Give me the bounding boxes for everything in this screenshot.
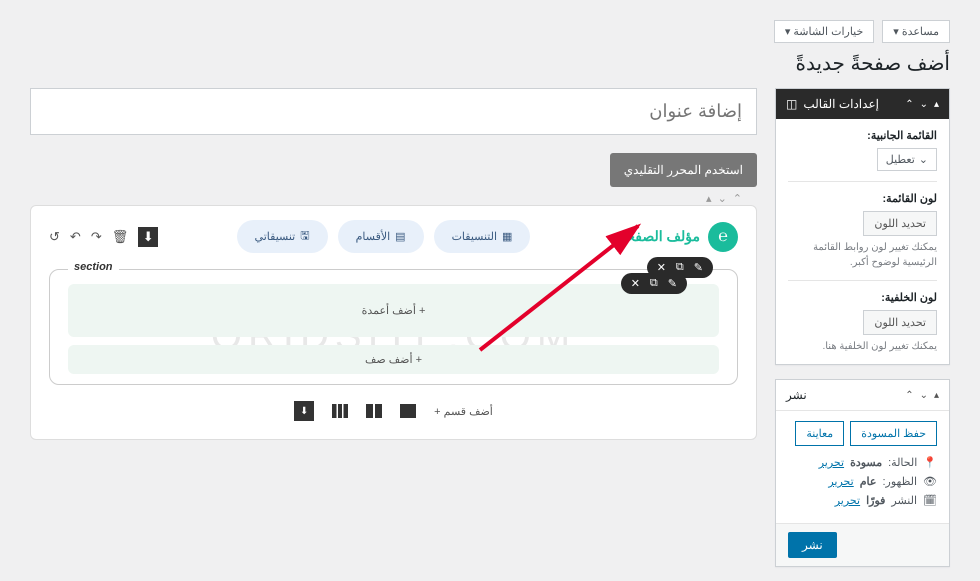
page-builder: ORIDSITE.COM ⌃⌄▴ ℮ مؤلف الصفحات ▦التنسيق… [30,205,757,440]
help-button[interactable]: مساعدة ▾ [882,20,950,43]
copy-icon[interactable]: ⧉ [650,277,658,290]
builder-brand: مؤلف الصفحات [609,228,700,245]
toggle-up-icon[interactable]: ▴ [934,99,939,110]
panel-title: إعدادات القالب [803,97,879,111]
edit-visibility-link[interactable]: تحرير [828,475,853,488]
history-icon[interactable]: ↺ [49,229,60,245]
edit-icon[interactable]: ✎ [668,277,677,290]
preview-button[interactable]: معاينة [795,421,844,446]
caret-down-icon: ▾ [893,25,899,38]
menu-color-hint: يمكنك تغيير لون روابط القائمة الرئيسية ل… [788,240,937,270]
sliders-icon: ◫ [786,97,797,111]
classic-editor-button[interactable]: استخدم المحرر التقليدي [610,153,757,187]
page-title-input[interactable] [30,88,757,135]
pin-icon: 📍 [923,456,937,469]
layout-thirds-icon[interactable] [332,404,348,418]
calendar-icon: 🗓 [923,494,937,507]
download-icon[interactable]: ⬇ [138,227,158,247]
panel-title: نشر [786,388,807,402]
chevron-down-icon: ⌄ [919,153,928,166]
chevron-up-icon[interactable]: ⌃ [733,192,742,205]
toggle-up-icon[interactable]: ▴ [706,192,712,205]
layout-download-icon[interactable]: ⬇ [294,401,314,421]
menu-color-label: لون القائمة: [788,192,937,205]
sections-pill[interactable]: ▤الأقسام [338,220,424,253]
grid-icon: ▦ [502,230,512,243]
chevron-down-icon[interactable]: ⌄ [920,99,928,110]
my-layouts-pill[interactable]: 🖫تنسيقاتي [237,220,328,253]
save-icon: 🖫 [300,227,309,246]
chevron-down-icon[interactable]: ⌄ [920,390,928,401]
edit-status-link[interactable]: تحرير [819,456,844,469]
add-row-button[interactable]: + أضف صف [68,345,719,374]
builder-row: ✎ ⧉ ✕ + أضف أعمدة [68,284,719,337]
caret-down-icon: ▾ [785,25,791,38]
edit-icon[interactable]: ✎ [694,261,703,274]
trash-icon[interactable]: 🗑 [112,229,129,245]
close-icon[interactable]: ✕ [631,277,640,290]
menu-color-button[interactable]: تحديد اللون [863,211,937,236]
chevron-up-icon[interactable]: ⌃ [905,390,913,401]
page-title: أضف صفحةً جديدةً [30,51,950,76]
builder-logo-icon: ℮ [708,222,738,252]
edit-schedule-link[interactable]: تحرير [835,494,860,507]
builder-section: section ✎ ⧉ ✕ ✎ ⧉ ✕ + أضف أعمدة + أضف صف [49,269,738,385]
toggle-up-icon[interactable]: ▴ [934,390,939,401]
layout-half-icon[interactable] [366,404,382,418]
section-label: section [68,261,119,273]
layout-full-icon[interactable] [400,404,416,418]
redo-icon[interactable]: ↷ [91,229,102,245]
publish-button[interactable]: نشر [788,532,837,558]
chevron-down-icon[interactable]: ⌄ [718,192,727,205]
sidebar-menu-select[interactable]: ⌄ تعطيل [877,148,937,171]
sidebar-menu-label: القائمة الجانبية: [788,129,937,142]
publish-panel: ▴ ⌄ ⌃ نشر حفظ المسودة معاينة 📍 الحالة: م… [775,379,950,567]
add-section-button[interactable]: أضف قسم + [434,405,493,418]
eye-icon: 👁 [923,475,937,488]
undo-icon[interactable]: ↶ [70,229,81,245]
bg-color-button[interactable]: تحديد اللون [863,310,937,335]
add-columns-button[interactable]: + أضف أعمدة [76,292,711,329]
bg-color-hint: يمكنك تغيير لون الخلفية هنا. [788,339,937,354]
bg-color-label: لون الخلفية: [788,291,937,304]
layout-icon: ▤ [395,230,405,243]
screen-options-button[interactable]: خيارات الشاشة ▾ [774,20,874,43]
layouts-pill[interactable]: ▦التنسيقات [434,220,531,253]
save-draft-button[interactable]: حفظ المسودة [850,421,937,446]
row-actions: ✎ ⧉ ✕ [621,273,687,294]
theme-settings-panel: ▴ ⌄ ⌃ إعدادات القالب ◫ القائمة الجانبية:… [775,88,950,365]
chevron-up-icon[interactable]: ⌃ [905,99,913,110]
